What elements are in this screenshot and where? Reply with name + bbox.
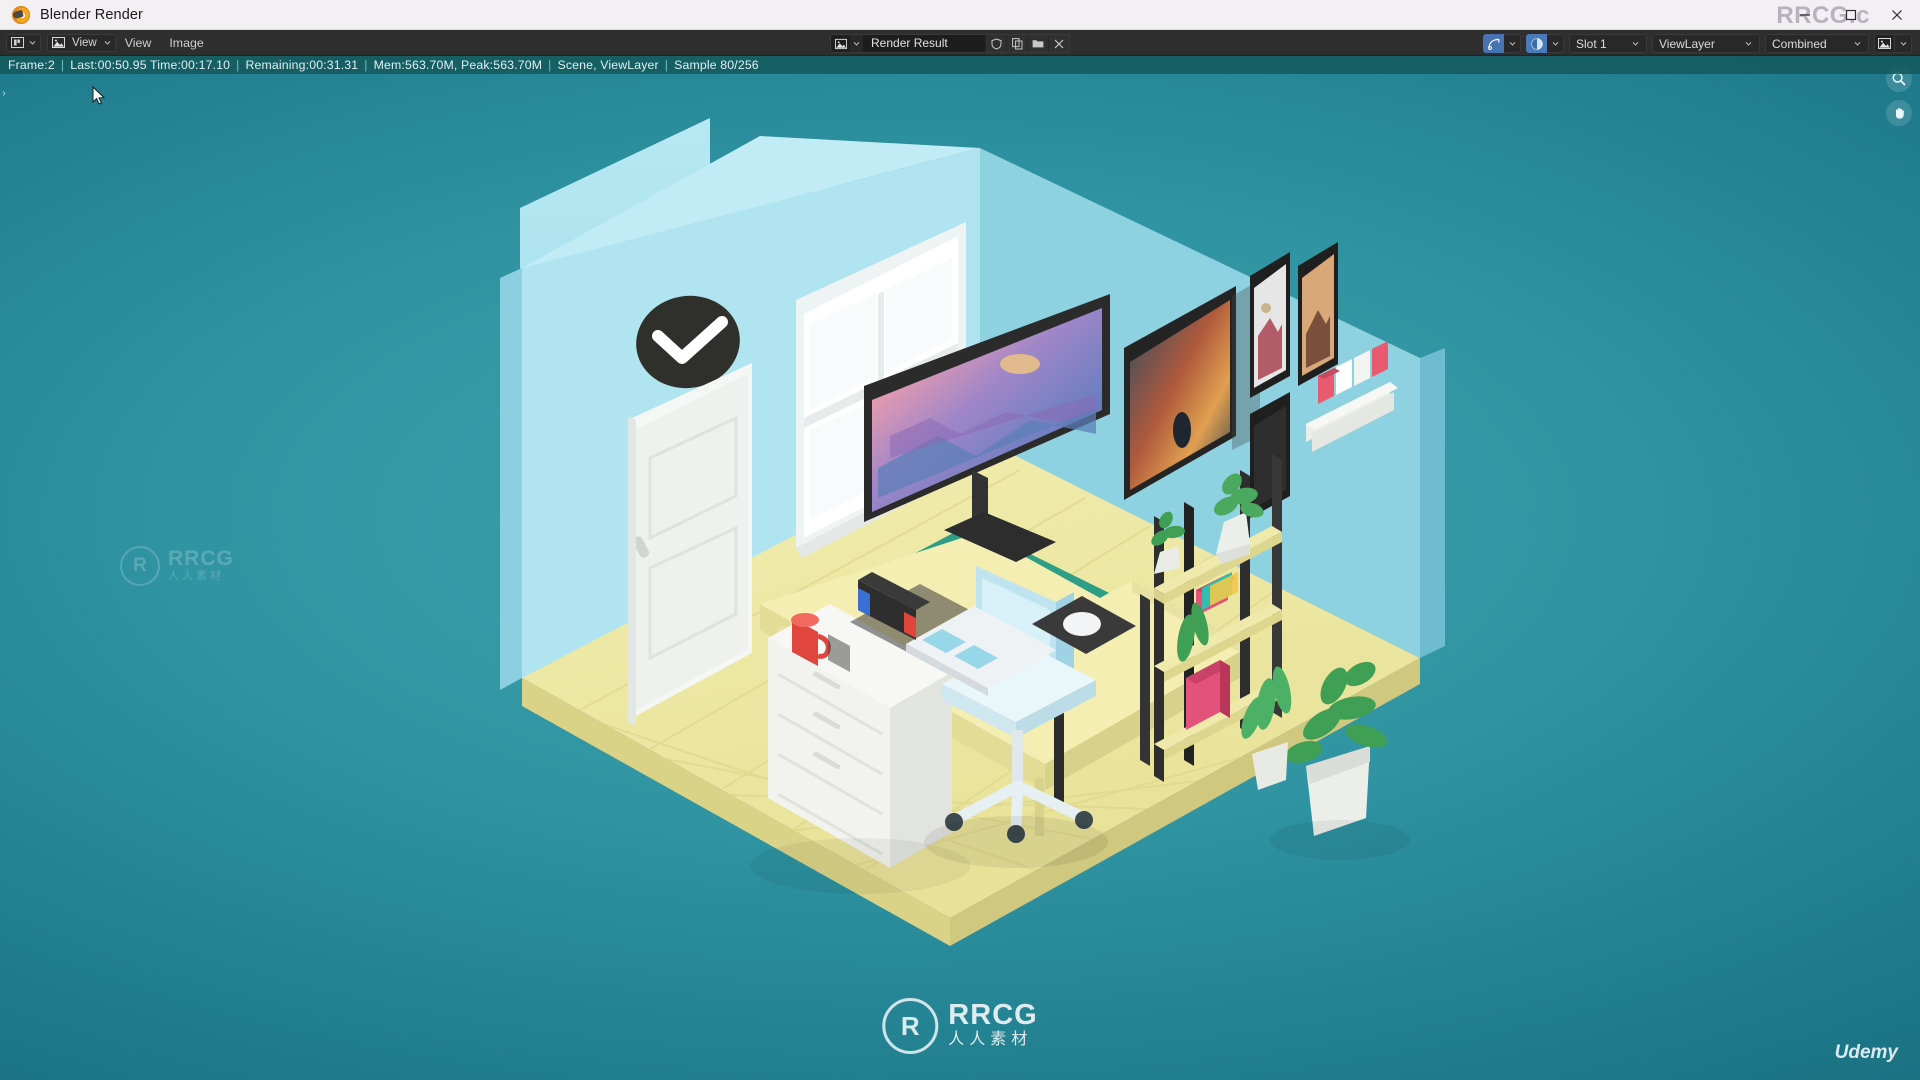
image-display-selector[interactable] bbox=[1874, 34, 1912, 53]
minimize-button[interactable] bbox=[1782, 0, 1828, 30]
udemy-watermark: Udemy bbox=[1834, 1042, 1898, 1063]
shield-icon[interactable] bbox=[985, 35, 1006, 52]
close-icon[interactable] bbox=[1048, 35, 1069, 52]
mouse-pointer bbox=[92, 85, 106, 111]
watermark-center-text: RRCG bbox=[948, 999, 1038, 1032]
close-button[interactable] bbox=[1874, 0, 1920, 30]
viewport-tool-strip bbox=[1886, 66, 1912, 126]
header-right-controls: Slot 1 ViewLayer Combined bbox=[1483, 34, 1912, 53]
blender-logo-icon bbox=[12, 5, 30, 24]
chevron-down-icon[interactable] bbox=[1504, 34, 1521, 53]
render-slot-label: Slot 1 bbox=[1576, 36, 1607, 51]
image-name-field[interactable]: Render Result bbox=[863, 35, 985, 52]
display-channel-icon[interactable] bbox=[1526, 34, 1547, 53]
viewlayer-selector[interactable]: ViewLayer bbox=[1652, 34, 1760, 53]
blender-render-window: Blender Render RRCG.c View View Image Re… bbox=[0, 0, 1920, 1080]
watermark-faint-subtext: 人人素材 bbox=[168, 570, 224, 583]
viewlayer-label: ViewLayer bbox=[1659, 36, 1715, 51]
isometric-room-scene bbox=[460, 118, 1460, 1018]
watermark-center: R RRCG 人人素材 bbox=[882, 998, 1037, 1054]
chevron-down-icon bbox=[1744, 39, 1753, 48]
image-editor-header: View View Image Render Result Slot 1 Vie… bbox=[0, 30, 1920, 56]
sidebar-toggle-handle[interactable]: › bbox=[0, 82, 8, 104]
render-pass-label: Combined bbox=[1772, 36, 1827, 51]
watermark-faint: R RRCG 人人素材 bbox=[120, 546, 234, 586]
chevron-down-icon bbox=[1853, 39, 1862, 48]
watermark-ring-icon: R bbox=[882, 998, 939, 1054]
chevron-down-icon bbox=[28, 38, 37, 47]
chevron-down-icon[interactable] bbox=[1547, 34, 1564, 53]
window-controls bbox=[1782, 0, 1920, 30]
copy-icon[interactable] bbox=[1006, 35, 1027, 52]
render-slot-selector[interactable]: Slot 1 bbox=[1569, 34, 1647, 53]
chevron-down-icon[interactable] bbox=[1895, 34, 1912, 53]
image-editor-icon bbox=[51, 35, 66, 50]
pan-tool-icon[interactable] bbox=[1886, 100, 1912, 126]
zoom-tool-icon[interactable] bbox=[1886, 66, 1912, 92]
render-pass-selector[interactable] bbox=[1483, 34, 1521, 53]
chevron-down-icon[interactable] bbox=[850, 39, 863, 48]
image-datablock-icon[interactable] bbox=[831, 35, 850, 52]
image-datablock-field: Render Result bbox=[830, 34, 1070, 53]
editor-type-icon bbox=[10, 35, 25, 50]
menu-image[interactable]: Image bbox=[160, 30, 212, 56]
maximize-button[interactable] bbox=[1828, 0, 1874, 30]
render-viewport[interactable]: Frame:2 | Last:00:50.95 Time:00:17.10 | … bbox=[0, 56, 1920, 1080]
editor-type-selector[interactable] bbox=[6, 33, 41, 52]
view-mode-selector[interactable]: View bbox=[47, 33, 116, 52]
watermark-faint-text: RRCG bbox=[168, 547, 234, 571]
render-pass-combined-selector[interactable]: Combined bbox=[1765, 34, 1869, 53]
menu-view[interactable]: View bbox=[116, 30, 161, 56]
watermark-ring-icon: R bbox=[120, 546, 160, 586]
image-icon[interactable] bbox=[1874, 34, 1895, 53]
chevron-down-icon bbox=[1631, 39, 1640, 48]
render-pass-icon[interactable] bbox=[1483, 34, 1504, 53]
window-title: Blender Render bbox=[40, 6, 143, 23]
view-mode-label: View bbox=[72, 36, 97, 49]
folder-icon[interactable] bbox=[1027, 35, 1048, 52]
chevron-down-icon bbox=[103, 38, 112, 47]
watermark-center-subtext: 人人素材 bbox=[948, 1031, 1033, 1049]
display-channel-selector[interactable] bbox=[1526, 34, 1564, 53]
window-titlebar: Blender Render RRCG.c bbox=[0, 0, 1920, 30]
